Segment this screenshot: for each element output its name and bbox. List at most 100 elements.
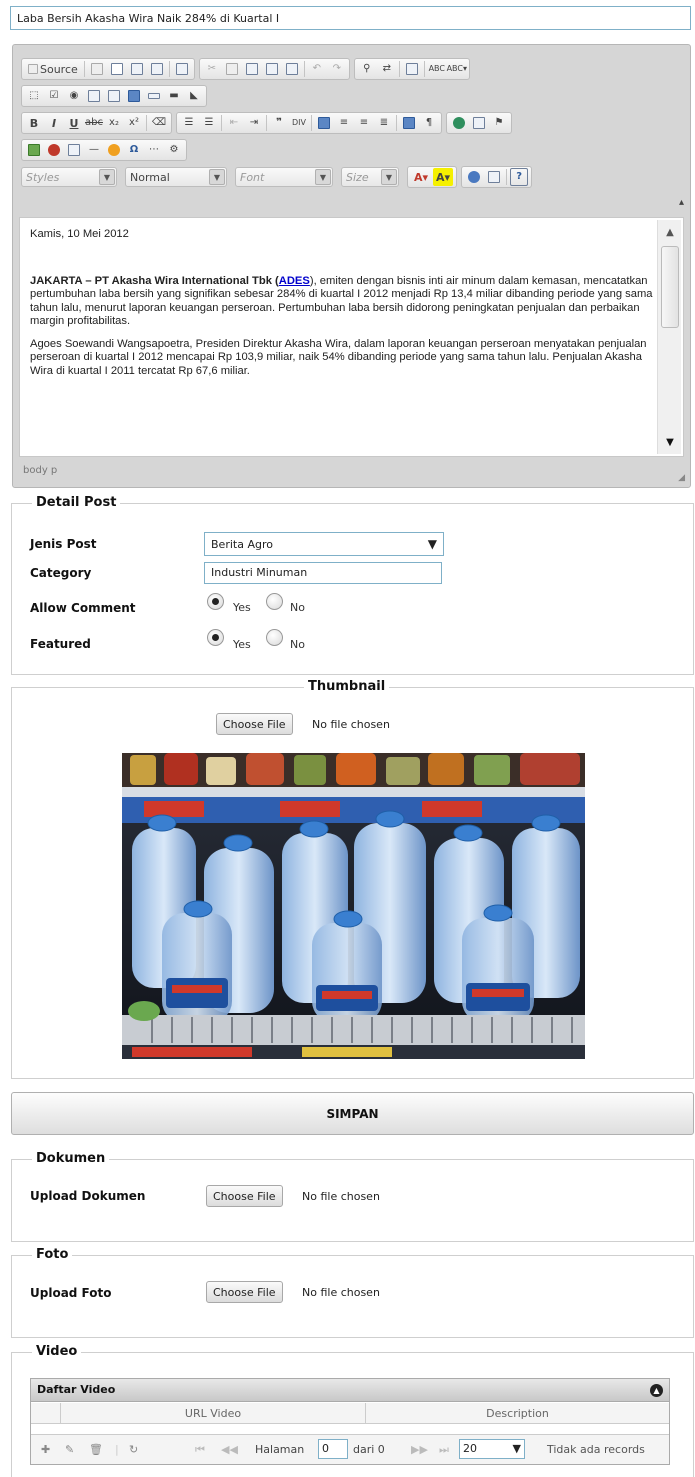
dokumen-choose-file-button[interactable]: Choose File: [206, 1185, 283, 1207]
maximize-icon[interactable]: [465, 168, 483, 186]
column-url-video[interactable]: URL Video: [61, 1403, 366, 1424]
category-input[interactable]: Industri Minuman: [204, 562, 442, 584]
replace-icon[interactable]: ⇄: [378, 60, 396, 78]
underline-icon[interactable]: U: [65, 114, 83, 132]
textarea-icon[interactable]: [105, 87, 123, 105]
unlink-icon[interactable]: [470, 114, 488, 132]
print-icon[interactable]: [148, 60, 166, 78]
bulleted-list-icon[interactable]: ☰: [200, 114, 218, 132]
blockquote-icon[interactable]: ❞: [270, 114, 288, 132]
next-page-icon[interactable]: ▶▶: [411, 1443, 428, 1456]
preview-icon[interactable]: [128, 60, 146, 78]
scroll-down-icon[interactable]: ▼: [659, 432, 681, 452]
show-blocks-icon[interactable]: [485, 168, 503, 186]
flash-icon[interactable]: [45, 141, 63, 159]
refresh-icon[interactable]: ↻: [129, 1443, 138, 1456]
numbered-list-icon[interactable]: ☰: [180, 114, 198, 132]
new-page-icon[interactable]: [108, 60, 126, 78]
align-left-icon[interactable]: [315, 114, 333, 132]
special-char-icon[interactable]: Ω: [125, 141, 143, 159]
editor-content-area[interactable]: Kamis, 10 Mei 2012 JAKARTA – PT Akasha W…: [19, 217, 684, 457]
column-description[interactable]: Description: [366, 1403, 669, 1424]
resize-handle-icon[interactable]: ◢: [678, 473, 685, 483]
undo-icon[interactable]: ↶: [308, 60, 326, 78]
rtl-icon[interactable]: ¶: [420, 114, 438, 132]
featured-no-radio[interactable]: [266, 629, 283, 646]
save-button[interactable]: SIMPAN: [11, 1092, 694, 1135]
toolbar-collapse-icon[interactable]: ▴: [679, 197, 684, 208]
post-title-input[interactable]: [10, 6, 691, 30]
allow-comment-no-radio[interactable]: [266, 593, 283, 610]
textfield-icon[interactable]: [85, 87, 103, 105]
size-combo[interactable]: Size ▼: [341, 167, 399, 187]
spellcheck-icon[interactable]: ABC: [428, 60, 446, 78]
link-icon[interactable]: [450, 114, 468, 132]
smiley-icon[interactable]: [105, 141, 123, 159]
featured-no-label: No: [290, 638, 305, 651]
form-icon[interactable]: ⬚: [25, 87, 43, 105]
cut-icon[interactable]: ✂: [203, 60, 221, 78]
image-button-icon[interactable]: ▬: [165, 87, 183, 105]
italic-icon[interactable]: I: [45, 114, 63, 132]
save-icon[interactable]: [88, 60, 106, 78]
outdent-icon[interactable]: ⇤: [225, 114, 243, 132]
align-right-icon[interactable]: ≡: [355, 114, 373, 132]
copy-icon[interactable]: [223, 60, 241, 78]
jenis-post-select[interactable]: Berita Agro ▼: [204, 532, 444, 556]
allow-comment-yes-radio[interactable]: [207, 593, 224, 610]
scroll-thumb[interactable]: [661, 246, 679, 328]
spellcheck-dropdown-icon[interactable]: ABC▾: [447, 60, 467, 78]
editor-scrollbar[interactable]: ▲ ▼: [657, 220, 681, 454]
ticker-link[interactable]: ADES: [279, 275, 310, 287]
collapse-icon[interactable]: ▲: [650, 1384, 663, 1397]
first-page-icon[interactable]: ⏮: [195, 1443, 205, 1457]
font-combo[interactable]: Font ▼: [235, 167, 333, 187]
styles-combo[interactable]: Styles ▼: [21, 167, 117, 187]
format-combo[interactable]: Normal ▼: [125, 167, 227, 187]
ltr-icon[interactable]: [400, 114, 418, 132]
subscript-icon[interactable]: x₂: [105, 114, 123, 132]
indent-icon[interactable]: ⇥: [245, 114, 263, 132]
table-icon[interactable]: [65, 141, 83, 159]
help-icon[interactable]: ?: [510, 168, 529, 186]
radio-icon[interactable]: ◉: [65, 87, 83, 105]
find-icon[interactable]: ⚲: [358, 60, 376, 78]
add-icon[interactable]: ✚: [41, 1443, 50, 1456]
scroll-up-icon[interactable]: ▲: [659, 222, 681, 242]
div-container-icon[interactable]: DIV: [290, 114, 308, 132]
templates-icon[interactable]: [173, 60, 191, 78]
iframe-icon[interactable]: ⚙: [165, 141, 183, 159]
checkbox-icon[interactable]: ☑: [45, 87, 63, 105]
anchor-icon[interactable]: ⚑: [490, 114, 508, 132]
superscript-icon[interactable]: x²: [125, 114, 143, 132]
bg-color-icon[interactable]: A▾: [433, 168, 454, 186]
strike-icon[interactable]: abc: [85, 114, 103, 132]
edit-icon[interactable]: ✎: [65, 1443, 74, 1456]
align-justify-icon[interactable]: ≣: [375, 114, 393, 132]
align-center-icon[interactable]: ≡: [335, 114, 353, 132]
featured-yes-radio[interactable]: [207, 629, 224, 646]
paste-text-icon[interactable]: [263, 60, 281, 78]
horizontal-rule-icon[interactable]: —: [85, 141, 103, 159]
source-button[interactable]: Source: [25, 60, 81, 78]
thumbnail-choose-file-button[interactable]: Choose File: [216, 713, 293, 735]
bold-icon[interactable]: B: [25, 114, 43, 132]
page-break-icon[interactable]: ⋯: [145, 141, 163, 159]
last-page-icon[interactable]: ⏭: [439, 1443, 449, 1457]
button-field-icon[interactable]: [145, 87, 163, 105]
rows-per-page-select[interactable]: 20 ▼: [459, 1439, 525, 1459]
delete-icon[interactable]: 🗑: [89, 1443, 103, 1456]
page-number-input[interactable]: 0: [318, 1439, 348, 1459]
foto-choose-file-button[interactable]: Choose File: [206, 1281, 283, 1303]
remove-format-icon[interactable]: ⌫: [150, 114, 168, 132]
paste-icon[interactable]: [243, 60, 261, 78]
text-color-icon[interactable]: A▾: [411, 168, 431, 186]
redo-icon[interactable]: ↷: [328, 60, 346, 78]
image-icon[interactable]: [25, 141, 43, 159]
hidden-field-icon[interactable]: ◣: [185, 87, 203, 105]
prev-page-icon[interactable]: ◀◀: [221, 1443, 238, 1456]
paste-word-icon[interactable]: [283, 60, 301, 78]
element-path[interactable]: body p: [23, 465, 57, 476]
select-field-icon[interactable]: [125, 87, 143, 105]
select-all-icon[interactable]: [403, 60, 421, 78]
